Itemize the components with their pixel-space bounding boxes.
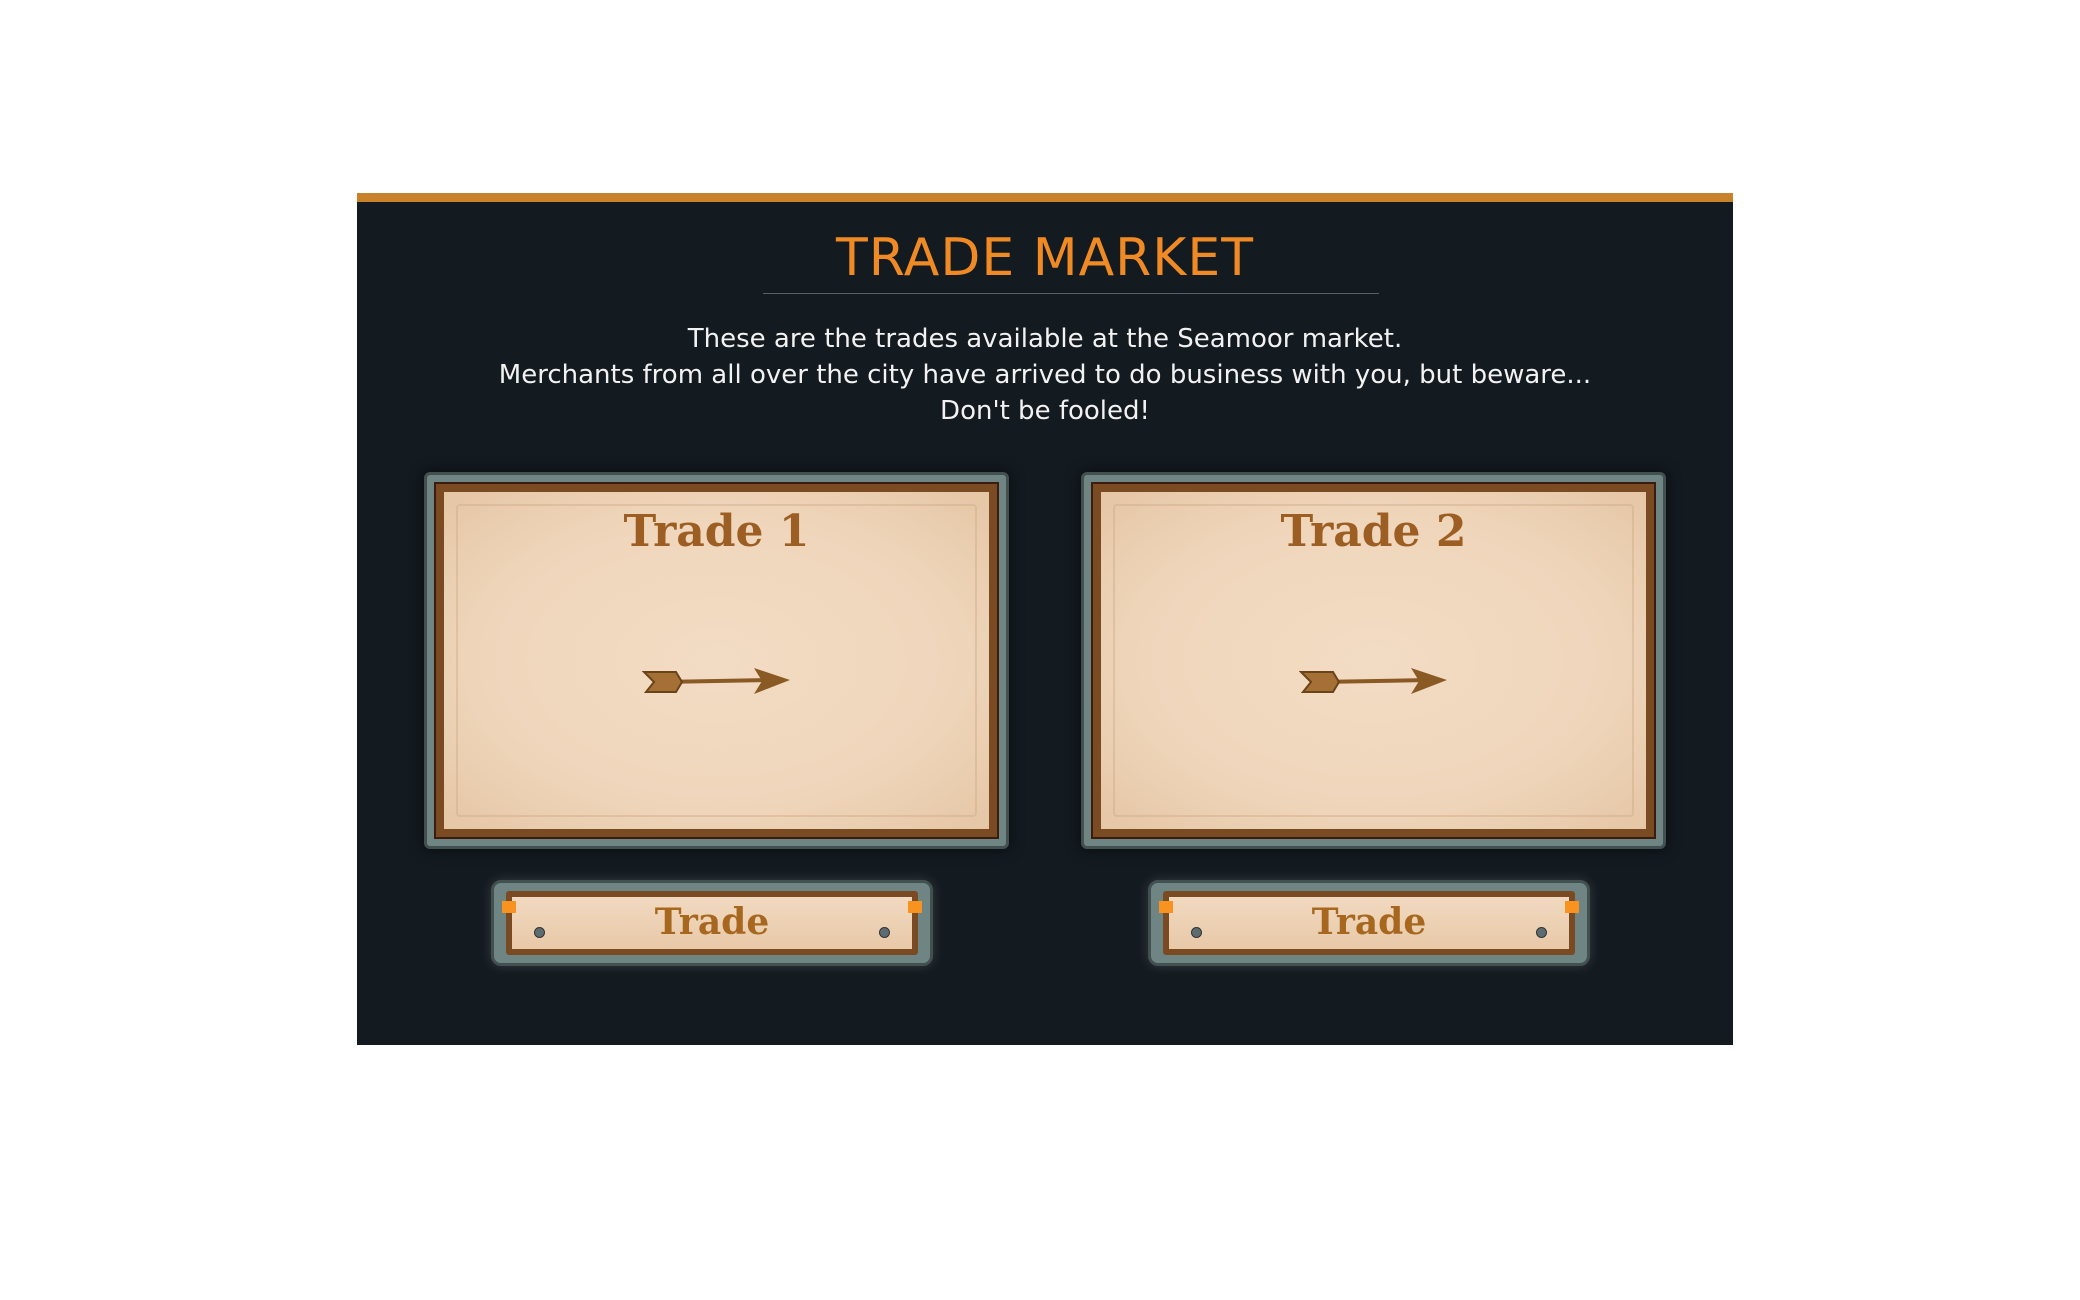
gem-icon <box>1159 901 1173 913</box>
arrow-icon <box>1298 668 1447 694</box>
rivet-icon <box>879 927 890 938</box>
rivet-icon <box>1191 927 1202 938</box>
description: These are the trades available at the Se… <box>357 321 1733 429</box>
trade-card-1: Trade 1 <box>424 472 1009 849</box>
trade-button-label: Trade <box>654 901 770 943</box>
arrow-icon <box>641 668 790 694</box>
gem-icon <box>908 901 922 913</box>
description-line: Merchants from all over the city have ar… <box>498 360 1592 390</box>
trade-button-2[interactable]: Trade <box>1148 880 1590 966</box>
gem-icon <box>1565 901 1579 913</box>
title-divider <box>763 293 1379 294</box>
description-line: Don't be fooled! <box>940 396 1150 426</box>
description-line: These are the trades available at the Se… <box>687 324 1403 354</box>
rivet-icon <box>1536 927 1547 938</box>
trade-card-title: Trade 2 <box>1280 506 1467 557</box>
trade-card-title: Trade 1 <box>623 506 810 557</box>
trade-button-label: Trade <box>1311 901 1427 943</box>
trade-market-panel: TRADE MARKET These are the trades availa… <box>357 193 1733 1045</box>
trade-card-2: Trade 2 <box>1081 472 1666 849</box>
rivet-icon <box>534 927 545 938</box>
page-title: TRADE MARKET <box>835 228 1255 288</box>
gem-icon <box>502 901 516 913</box>
trade-button-1[interactable]: Trade <box>491 880 933 966</box>
